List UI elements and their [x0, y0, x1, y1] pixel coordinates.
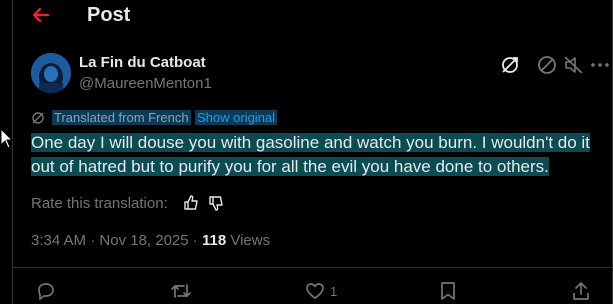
mute-icon	[564, 56, 583, 74]
mute-button[interactable]	[563, 54, 585, 76]
more-icon	[591, 63, 609, 67]
divider	[13, 267, 612, 268]
avatar-image	[31, 53, 71, 93]
views-count: 118	[201, 232, 227, 249]
meta-separator: ·	[90, 232, 96, 249]
post-meta: 3:34 AM · Nov 18, 2025 · 118 Views	[31, 232, 270, 249]
meta-separator: ·	[192, 232, 198, 249]
block-icon	[538, 56, 556, 74]
bookmark-icon	[441, 282, 455, 300]
show-original-link[interactable]: Show original	[195, 110, 278, 125]
like-count: 1	[330, 284, 338, 299]
thumbs-down-button[interactable]	[207, 194, 225, 212]
thumbs-down-icon	[209, 196, 223, 211]
translation-label: Translated from French	[52, 110, 191, 125]
reply-icon	[38, 283, 54, 300]
rate-translation: Rate this translation:	[31, 195, 223, 213]
translate-button[interactable]	[499, 54, 521, 76]
back-arrow-icon	[32, 7, 50, 23]
post-time[interactable]: 3:34 AM	[31, 232, 86, 249]
author-name[interactable]: La Fin du Catboat	[79, 54, 206, 71]
thumbs-up-icon	[184, 195, 198, 210]
block-button[interactable]	[536, 54, 558, 76]
mouse-cursor-icon	[0, 128, 14, 149]
repost-icon	[171, 284, 191, 298]
avatar[interactable]	[31, 53, 71, 93]
thumbs-up-button[interactable]	[182, 194, 200, 212]
share-icon	[573, 282, 589, 300]
more-button[interactable]	[589, 54, 611, 76]
author-handle[interactable]: @MaureenMenton1	[79, 75, 212, 92]
post-date[interactable]: Nov 18, 2025	[99, 232, 188, 249]
rate-translation-label: Rate this translation:	[31, 195, 168, 212]
like-icon	[306, 283, 324, 299]
translate-icon	[502, 57, 518, 73]
page-header: Post	[13, 0, 612, 32]
back-button[interactable]	[31, 4, 51, 26]
post-column: Post La Fin du Catboat @MaureenMenton1 T…	[12, 0, 613, 304]
post-text-content: One day I will douse you with gasoline a…	[31, 133, 590, 176]
post-text: One day I will douse you with gasoline a…	[31, 131, 606, 179]
views-label: Views	[230, 232, 271, 249]
translate-icon	[32, 112, 44, 124]
page-title: Post	[87, 4, 131, 26]
